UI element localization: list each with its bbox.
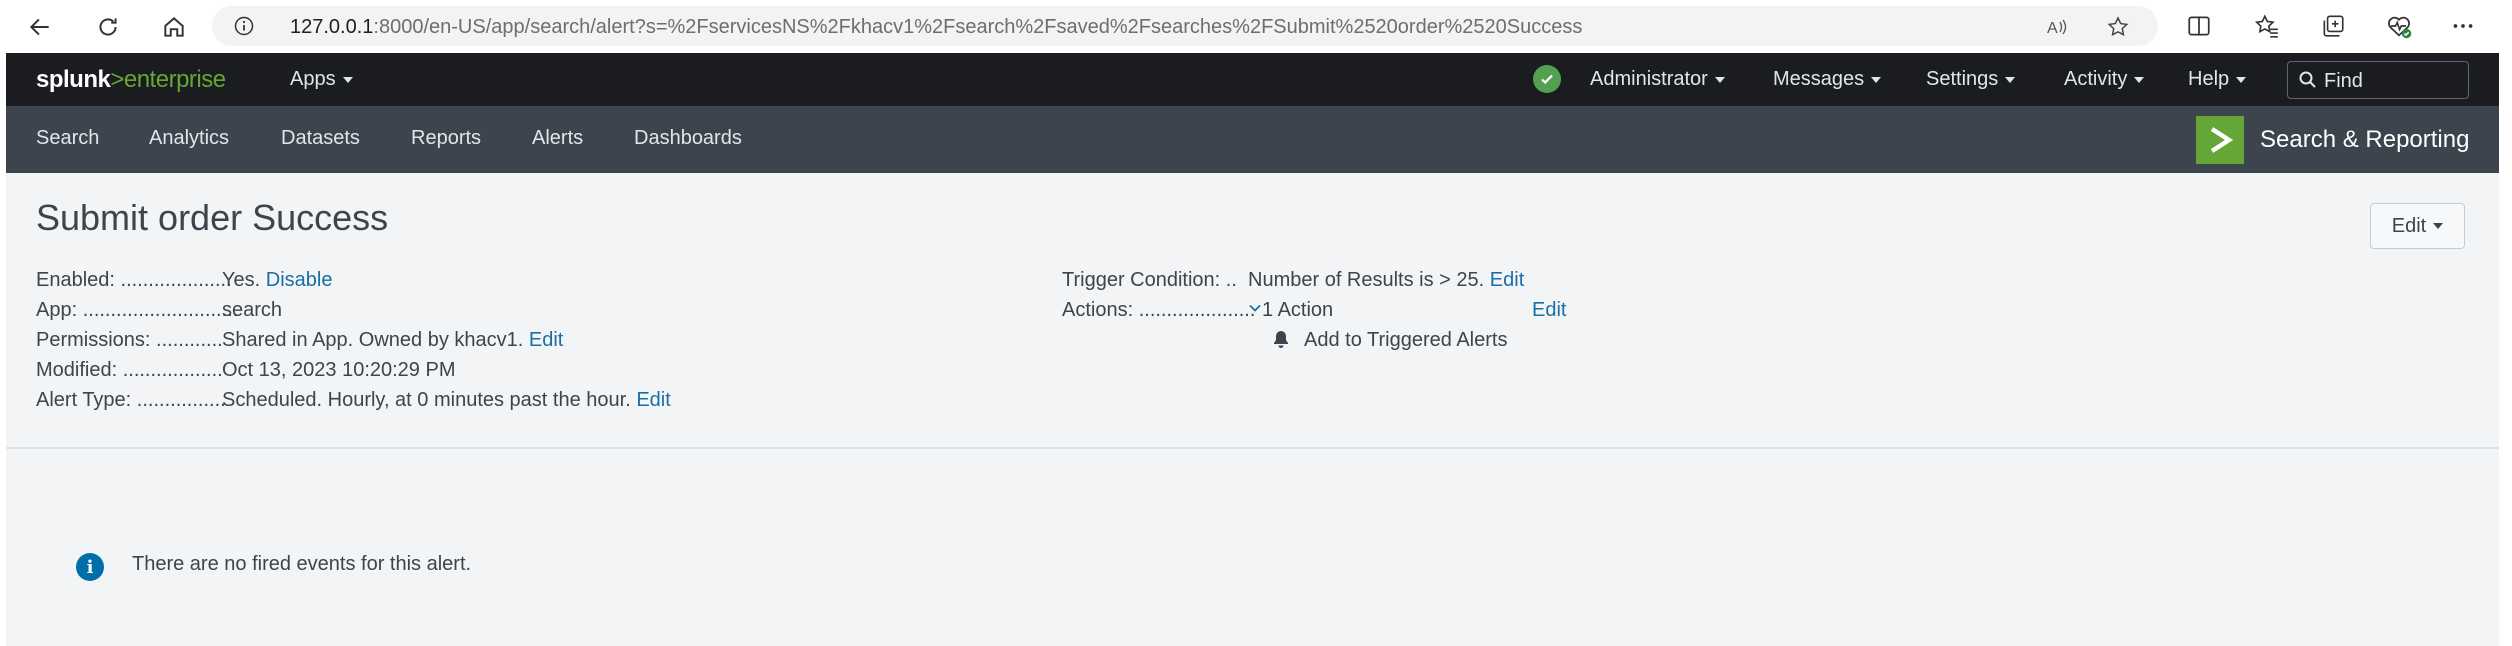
actions-count: 1 Action	[1262, 299, 1334, 321]
help-menu-label: Help	[2188, 68, 2230, 90]
settings-menu-label: Settings	[1926, 68, 1999, 90]
tab-dashboards[interactable]: Dashboards	[634, 127, 742, 150]
app-value: search	[222, 299, 283, 321]
logo-enterprise-text: enterprise	[123, 66, 226, 93]
chevron-down-icon	[2134, 76, 2145, 83]
action-item-label: Add to Triggered Alerts	[1304, 329, 1508, 351]
url-host: 127.0.0.1	[290, 16, 374, 38]
settings-menu[interactable]: Settings	[1926, 68, 2016, 91]
favorite-star-icon[interactable]	[2105, 14, 2131, 40]
chevron-down-icon	[1249, 304, 1261, 312]
enabled-row: Enabled: .................... Yes. Disab…	[36, 269, 636, 299]
splunk-app: splunk>enterprise Apps Administrator Mes…	[6, 53, 2499, 646]
administrator-menu[interactable]: Administrator	[1590, 68, 1725, 91]
tab-alerts[interactable]: Alerts	[532, 127, 583, 150]
disable-link[interactable]: Disable	[266, 269, 333, 291]
alert-type-label: Alert Type: ................	[36, 389, 226, 411]
permissions-row: Permissions: ............ Shared in App.…	[36, 329, 636, 359]
trigger-condition-text: Number of Results is > 25.	[1248, 269, 1485, 291]
app-name[interactable]: Search & Reporting	[2260, 126, 2469, 154]
health-status-ok-icon[interactable]	[1533, 65, 1561, 93]
trigger-condition-value: Number of Results is > 25. Edit	[1248, 269, 1524, 292]
alert-type-edit-link[interactable]: Edit	[636, 389, 670, 411]
search-app-logo-icon[interactable]	[2196, 116, 2244, 164]
actions-label: Actions: .....................	[1062, 299, 1256, 321]
app-row: App: ............................ search	[36, 299, 636, 329]
chevron-down-icon	[1871, 76, 1882, 83]
action-item-row: Add to Triggered Alerts	[1062, 329, 1662, 359]
tab-analytics[interactable]: Analytics	[149, 127, 229, 150]
actions-edit-link[interactable]: Edit	[1532, 299, 1566, 322]
trigger-condition-label: Trigger Condition: ..	[1062, 269, 1237, 291]
alert-type-value: Scheduled. Hourly, at 0 minutes past the…	[222, 389, 671, 412]
permissions-text: Shared in App. Owned by khacv1.	[222, 329, 524, 351]
window-edge	[2499, 53, 2512, 646]
browser-essentials-icon[interactable]	[2384, 11, 2414, 41]
edit-button[interactable]: Edit	[2370, 203, 2465, 249]
splunk-logo[interactable]: splunk>enterprise	[36, 66, 226, 94]
url-text[interactable]: 127.0.0.1:8000/en-US/app/search/alert?s=…	[290, 16, 1582, 39]
svg-text:A: A	[2047, 20, 2058, 37]
trigger-condition-edit-link[interactable]: Edit	[1490, 269, 1524, 291]
chevron-down-icon	[342, 76, 353, 83]
search-icon	[2298, 70, 2318, 90]
splunk-topbar: splunk>enterprise Apps Administrator Mes…	[6, 53, 2499, 106]
address-bar[interactable]: 127.0.0.1:8000/en-US/app/search/alert?s=…	[212, 6, 2158, 46]
messages-menu-label: Messages	[1773, 68, 1865, 90]
fired-events-panel: i There are no fired events for this ale…	[6, 451, 2499, 646]
action-item: Add to Triggered Alerts	[1272, 329, 1507, 352]
actions-row: Actions: ..................... 1 Action …	[1062, 299, 1662, 329]
info-icon[interactable]	[234, 16, 254, 36]
alert-type-text: Scheduled. Hourly, at 0 minutes past the…	[222, 389, 631, 411]
home-icon[interactable]	[156, 9, 192, 45]
reload-icon[interactable]	[90, 9, 126, 45]
permissions-value: Shared in App. Owned by khacv1. Edit	[222, 329, 563, 352]
no-events-message: There are no fired events for this alert…	[132, 553, 472, 575]
chevron-down-icon	[1714, 76, 1725, 83]
enabled-label: Enabled: ....................	[36, 269, 232, 291]
tab-reports[interactable]: Reports	[411, 127, 481, 150]
favorites-icon[interactable]	[2252, 11, 2282, 41]
read-aloud-icon[interactable]: A	[2044, 14, 2070, 40]
enabled-value: Yes. Disable	[222, 269, 332, 292]
app-label: App: ............................	[36, 299, 239, 321]
permissions-edit-link[interactable]: Edit	[529, 329, 563, 351]
browser-toolbar: 127.0.0.1:8000/en-US/app/search/alert?s=…	[0, 0, 2512, 53]
chevron-down-icon	[2433, 223, 2444, 229]
more-icon[interactable]	[2448, 11, 2478, 41]
edit-button-label: Edit	[2391, 214, 2427, 237]
permissions-label: Permissions: ............	[36, 329, 223, 351]
enabled-status: Yes.	[222, 269, 261, 291]
logo-gt-text: >	[110, 66, 124, 93]
apps-menu[interactable]: Apps	[290, 68, 353, 91]
find-box[interactable]	[2287, 61, 2469, 99]
app-navbar: Search Analytics Datasets Reports Alerts…	[6, 106, 2499, 173]
chevron-down-icon	[2005, 76, 2016, 83]
split-screen-icon[interactable]	[2184, 11, 2214, 41]
trigger-condition-row: Trigger Condition: .. Number of Results …	[1062, 269, 1662, 299]
url-path: :8000/en-US/app/search/alert?s=%2Fservic…	[373, 16, 1583, 38]
alert-type-row: Alert Type: ................ Scheduled. …	[36, 389, 736, 419]
administrator-menu-label: Administrator	[1590, 68, 1708, 90]
chevron-down-icon	[2236, 76, 2247, 83]
back-icon[interactable]	[22, 9, 58, 45]
info-icon: i	[76, 553, 104, 581]
activity-menu[interactable]: Activity	[2064, 68, 2145, 91]
logo-splunk-text: splunk	[36, 66, 111, 93]
bell-icon	[1274, 331, 1288, 348]
tab-search[interactable]: Search	[36, 127, 99, 150]
help-menu[interactable]: Help	[2188, 68, 2247, 91]
modified-value: Oct 13, 2023 10:20:29 PM	[222, 359, 456, 381]
modified-label: Modified: ..................	[36, 359, 223, 381]
activity-menu-label: Activity	[2064, 68, 2128, 90]
collections-icon[interactable]	[2318, 11, 2348, 41]
tab-datasets[interactable]: Datasets	[281, 127, 360, 150]
alert-details-header: Submit order Success Edit Enabled: .....…	[6, 173, 2499, 449]
actions-toggle[interactable]: 1 Action	[1248, 299, 1333, 322]
modified-row: Modified: .................. Oct 13, 202…	[36, 359, 636, 389]
messages-menu[interactable]: Messages	[1773, 68, 1882, 91]
apps-menu-label: Apps	[290, 68, 336, 90]
find-input[interactable]	[2324, 68, 2464, 94]
page-title: Submit order Success	[36, 197, 389, 238]
